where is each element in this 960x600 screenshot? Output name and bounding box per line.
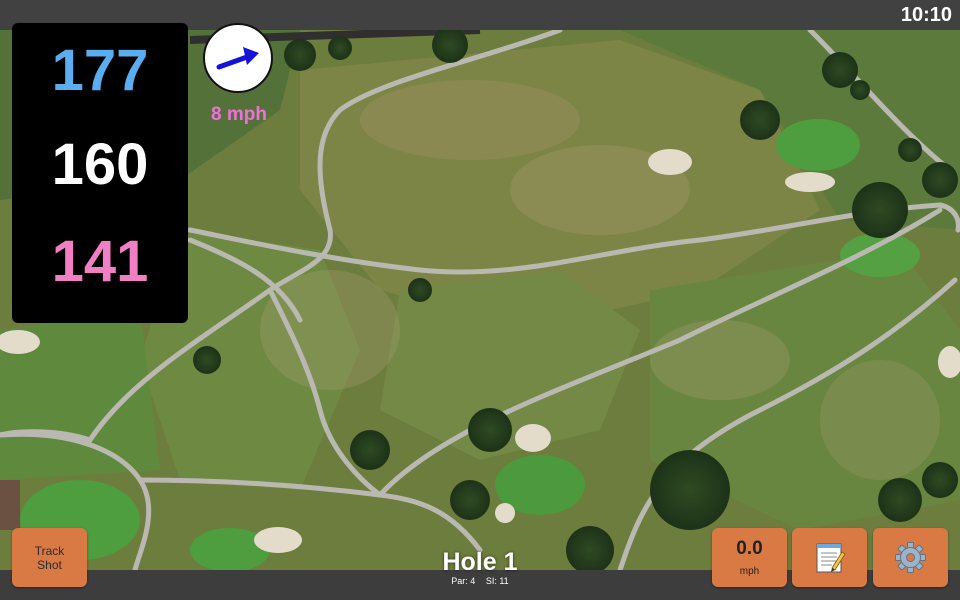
hole-stroke-index: SI: 11 bbox=[485, 576, 509, 586]
settings-button[interactable] bbox=[873, 528, 948, 587]
gear-icon bbox=[895, 542, 926, 573]
track-shot-label-line1: Track bbox=[34, 543, 65, 558]
back-distance: 177 bbox=[51, 38, 149, 103]
hole-title: Hole 1 bbox=[442, 548, 518, 576]
wind-speed: 8 mph bbox=[211, 104, 267, 125]
wind-indicator bbox=[203, 23, 273, 93]
speed-unit: mph bbox=[739, 566, 760, 577]
distance-panel: 177 160 141 bbox=[12, 23, 188, 323]
notepad-icon bbox=[816, 543, 846, 573]
hole-info: Par: 4 SI: 11 bbox=[400, 576, 560, 586]
front-distance: 141 bbox=[51, 229, 149, 294]
speed-button[interactable]: 0.0 mph bbox=[712, 528, 787, 587]
speed-value: 0.0 bbox=[736, 538, 763, 559]
track-shot-button[interactable]: Track Shot bbox=[12, 528, 87, 587]
center-distance: 160 bbox=[51, 132, 149, 197]
clock: 10:10 bbox=[900, 4, 952, 26]
notes-button[interactable] bbox=[792, 528, 867, 587]
track-shot-label-line2: Shot bbox=[37, 557, 62, 572]
hole-par: Par: 4 bbox=[451, 576, 476, 586]
wind-arrow-icon bbox=[216, 47, 259, 70]
